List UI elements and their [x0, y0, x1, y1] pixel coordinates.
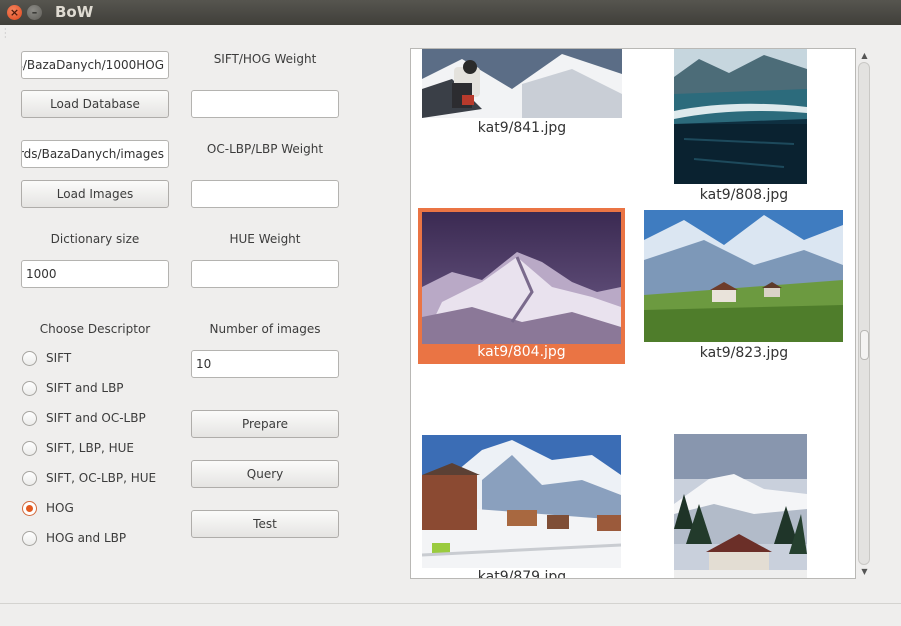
- descriptor-radio-label: SIFT and OC-LBP: [46, 411, 146, 425]
- radio-unselected-icon[interactable]: [22, 351, 37, 366]
- radio-unselected-icon[interactable]: [22, 381, 37, 396]
- radio-unselected-icon[interactable]: [22, 411, 37, 426]
- prepare-button[interactable]: Prepare: [191, 410, 339, 438]
- oclbp-weight-input[interactable]: [191, 180, 339, 208]
- result-caption: kat9/808.jpg: [699, 187, 789, 203]
- radio-unselected-icon[interactable]: [22, 441, 37, 456]
- radio-unselected-icon[interactable]: [22, 471, 37, 486]
- load-database-button[interactable]: Load Database: [21, 90, 169, 118]
- number-of-images-label: Number of images: [209, 322, 321, 336]
- sift-hog-weight-label: SIFT/HOG Weight: [213, 52, 317, 66]
- descriptor-radio-option[interactable]: HOG: [22, 500, 172, 518]
- result-thumbnail: [674, 434, 807, 578]
- scrollbar-track[interactable]: [858, 62, 870, 565]
- descriptor-radio-label: SIFT and LBP: [46, 381, 124, 395]
- result-item[interactable]: kat9/879.jpg: [421, 435, 623, 579]
- image-results-list[interactable]: kat9/841.jpg kat9/808.jpg kat9/804.jpg k…: [410, 48, 856, 579]
- result-thumbnail: [422, 435, 621, 568]
- scrollbar-thumb[interactable]: [860, 330, 869, 360]
- result-item[interactable]: kat9/841.jpg: [421, 49, 623, 141]
- sift-hog-weight-input[interactable]: [191, 90, 339, 118]
- result-item-selected[interactable]: kat9/804.jpg: [418, 208, 625, 364]
- oclbp-weight-label: OC-LBP/LBP Weight: [206, 142, 324, 156]
- load-images-button[interactable]: Load Images: [21, 180, 169, 208]
- gallery-scrollbar[interactable]: ▲ ▼: [857, 48, 872, 579]
- radio-selected-icon[interactable]: [22, 501, 37, 516]
- title-bar: × – BoW: [0, 0, 901, 25]
- descriptor-radio-label: SIFT: [46, 351, 72, 365]
- result-thumbnail: [422, 212, 621, 344]
- images-path-input[interactable]: Vords/BazaDanych/images: [21, 140, 169, 168]
- hue-weight-input[interactable]: [191, 260, 339, 288]
- window-title: BoW: [55, 3, 94, 21]
- result-item[interactable]: kat9/823.jpg: [643, 210, 845, 365]
- descriptor-radio-label: SIFT, LBP, HUE: [46, 441, 134, 455]
- descriptor-radio-option[interactable]: HOG and LBP: [22, 530, 172, 548]
- descriptor-radio-option[interactable]: SIFT and OC-LBP: [22, 410, 172, 428]
- dictionary-size-label: Dictionary size: [50, 232, 140, 246]
- result-caption: kat9/841.jpg: [477, 120, 567, 136]
- result-thumbnail: [644, 210, 843, 342]
- hue-weight-label: HUE Weight: [229, 232, 301, 246]
- descriptor-radio-option[interactable]: SIFT, LBP, HUE: [22, 440, 172, 458]
- result-caption: kat9/879.jpg: [477, 569, 567, 579]
- status-bar: [0, 603, 901, 626]
- close-icon[interactable]: ×: [7, 5, 22, 20]
- descriptor-radio-option[interactable]: SIFT: [22, 350, 172, 368]
- result-thumbnail: [422, 49, 622, 118]
- scroll-up-icon[interactable]: ▲: [859, 50, 870, 61]
- grip-icon: · · ·: [4, 25, 7, 42]
- descriptor-radio-label: SIFT, OC-LBP, HUE: [46, 471, 157, 485]
- radio-unselected-icon[interactable]: [22, 531, 37, 546]
- dictionary-size-input[interactable]: 1000: [21, 260, 169, 288]
- minimize-icon[interactable]: –: [27, 5, 42, 20]
- result-item[interactable]: kat9/808.jpg: [643, 49, 845, 207]
- result-thumbnail: [674, 49, 807, 184]
- descriptor-radio-option[interactable]: SIFT and LBP: [22, 380, 172, 398]
- descriptor-radio-option[interactable]: SIFT, OC-LBP, HUE: [22, 470, 172, 488]
- choose-descriptor-label: Choose Descriptor: [39, 322, 151, 336]
- number-of-images-input[interactable]: 10: [191, 350, 339, 378]
- descriptor-radio-label: HOG: [46, 501, 74, 515]
- query-button[interactable]: Query: [191, 460, 339, 488]
- result-caption: kat9/804.jpg: [477, 344, 566, 360]
- database-path-input[interactable]: rds/BazaDanych/1000HOG: [21, 51, 169, 79]
- descriptor-radio-label: HOG and LBP: [46, 531, 127, 545]
- result-caption: kat9/823.jpg: [699, 345, 789, 361]
- test-button[interactable]: Test: [191, 510, 339, 538]
- scroll-down-icon[interactable]: ▼: [859, 566, 870, 577]
- result-item[interactable]: [643, 434, 845, 578]
